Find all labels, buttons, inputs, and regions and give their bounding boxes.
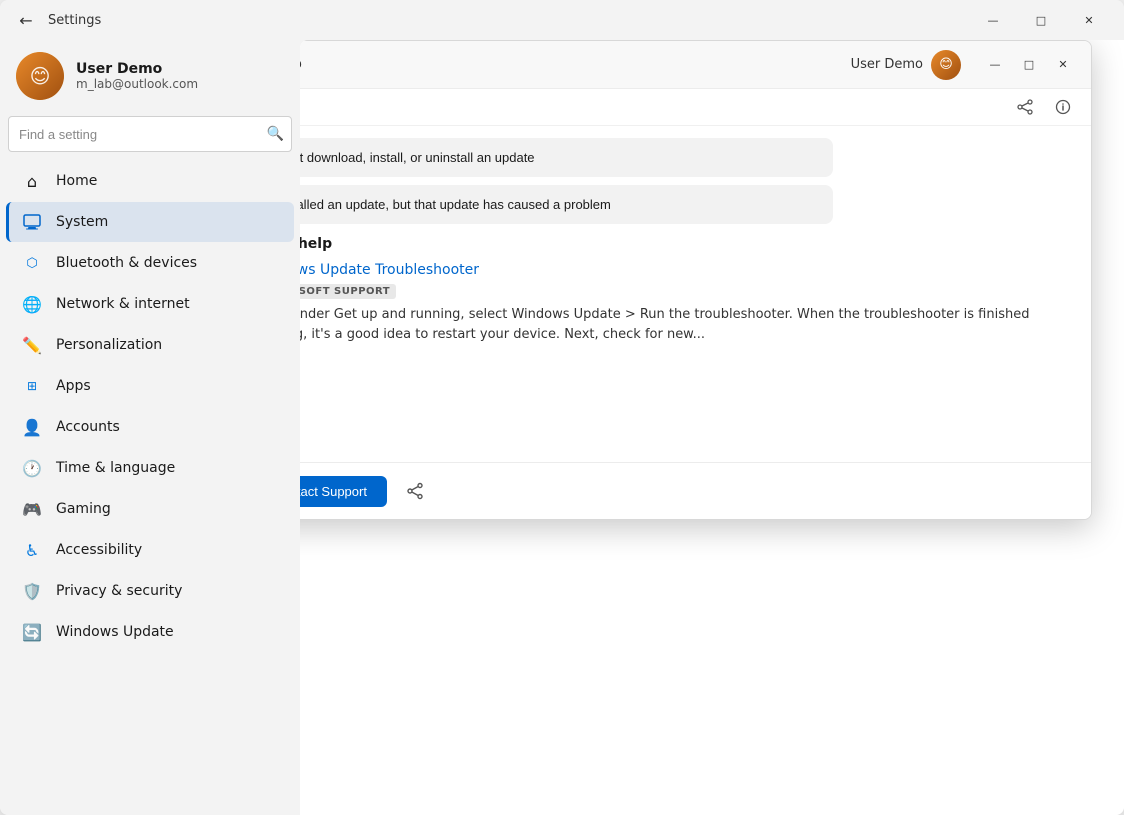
sidebar-item-label: Bluetooth & devices <box>56 255 197 271</box>
personalization-icon: ✏️ <box>22 335 42 355</box>
sidebar-item-label: System <box>56 214 108 230</box>
sidebar-item-label: Apps <box>56 378 91 394</box>
home-icon: ⌂ <box>22 171 42 191</box>
titlebar-title: Settings <box>48 13 970 28</box>
sidebar-item-label: Accessibility <box>56 542 142 558</box>
sidebar-item-time[interactable]: 🕐 Time & language <box>6 448 294 488</box>
help-description: Next, under Get up and running, select W… <box>300 305 1071 344</box>
avatar-image: 😊 <box>16 52 64 100</box>
dialog-minimize-button[interactable]: — <box>979 51 1011 79</box>
sidebar-item-system[interactable]: System <box>6 202 294 242</box>
content-area: System > Troubleshoot > Other troublesho… <box>300 40 1124 815</box>
time-icon: 🕐 <box>22 458 42 478</box>
sidebar-item-label: Gaming <box>56 501 111 517</box>
contact-support-button[interactable]: Contact Support <box>300 476 387 507</box>
settings-window: ← Settings — □ ✕ 😊 User Demo m_lab@outlo… <box>0 0 1124 815</box>
sidebar-item-gaming[interactable]: 🎮 Gaming <box>6 489 294 529</box>
dialog-username: User Demo <box>851 57 923 72</box>
user-email: m_lab@outlook.com <box>76 77 198 91</box>
sidebar-item-home[interactable]: ⌂ Home <box>6 161 294 201</box>
dialog-close-button[interactable]: ✕ <box>1047 51 1079 79</box>
dialog-title: Get Help <box>300 57 302 72</box>
user-name: User Demo <box>76 61 198 77</box>
privacy-icon: 🛡️ <box>22 581 42 601</box>
suggestion-download-button[interactable]: I can't download, install, or uninstall … <box>300 138 833 177</box>
dialog-footer: Contact Support <box>300 462 1091 519</box>
sidebar-item-apps[interactable]: ⊞ Apps <box>6 366 294 406</box>
maximize-button[interactable]: □ <box>1018 4 1064 36</box>
dialog-titlebar: Get Help User Demo 😊 — □ ✕ <box>300 41 1091 89</box>
minimize-button[interactable]: — <box>970 4 1016 36</box>
sidebar-item-label: Privacy & security <box>56 583 182 599</box>
sidebar-item-label: Accounts <box>56 419 120 435</box>
titlebar: ← Settings — □ ✕ <box>0 0 1124 40</box>
navigation: ⌂ Home System ⬡ Bluetooth & dev <box>0 160 300 653</box>
accounts-icon: 👤 <box>22 417 42 437</box>
sidebar-item-accounts[interactable]: 👤 Accounts <box>6 407 294 447</box>
close-button[interactable]: ✕ <box>1066 4 1112 36</box>
sidebar-item-label: Personalization <box>56 337 162 353</box>
info-toolbar-button[interactable] <box>1047 93 1079 121</box>
sidebar-item-privacy[interactable]: 🛡️ Privacy & security <box>6 571 294 611</box>
windows-update-troubleshooter-link[interactable]: Windows Update Troubleshooter <box>300 262 1071 278</box>
suggestion-installed-button[interactable]: I installed an update, but that update h… <box>300 185 833 224</box>
window-controls: — □ ✕ <box>970 4 1112 36</box>
user-profile: 😊 User Demo m_lab@outlook.com <box>0 40 300 116</box>
windows-update-icon: 🔄 <box>22 622 42 642</box>
search-icon: 🔍 <box>267 126 284 142</box>
main-area: 😊 User Demo m_lab@outlook.com 🔍 ⌂ Home <box>0 40 1124 815</box>
bluetooth-icon: ⬡ <box>22 253 42 273</box>
dialog-body: I can't download, install, or uninstall … <box>300 126 1091 462</box>
search-input[interactable] <box>8 116 292 152</box>
share-toolbar-button[interactable] <box>1009 93 1041 121</box>
sidebar: 😊 User Demo m_lab@outlook.com 🔍 ⌂ Home <box>0 40 300 815</box>
system-icon <box>22 212 42 232</box>
sidebar-item-personalization[interactable]: ✏️ Personalization <box>6 325 294 365</box>
accessibility-icon: ♿ <box>22 540 42 560</box>
dialog-window-controls: — □ ✕ <box>979 51 1079 79</box>
apps-icon: ⊞ <box>22 376 42 396</box>
sidebar-item-label: Home <box>56 173 97 189</box>
footer-share-button[interactable] <box>399 475 431 507</box>
back-button[interactable]: ← <box>12 6 40 34</box>
more-help-title: More help <box>300 236 1071 252</box>
dialog-toolbar <box>300 89 1091 126</box>
sidebar-item-accessibility[interactable]: ♿ Accessibility <box>6 530 294 570</box>
avatar: 😊 <box>16 52 64 100</box>
dialog-user: User Demo 😊 <box>851 50 961 80</box>
sidebar-item-label: Network & internet <box>56 296 190 312</box>
dialog-avatar: 😊 <box>931 50 961 80</box>
sidebar-item-label: Time & language <box>56 460 175 476</box>
dialog-maximize-button[interactable]: □ <box>1013 51 1045 79</box>
gaming-icon: 🎮 <box>22 499 42 519</box>
sidebar-item-label: Windows Update <box>56 624 174 640</box>
get-help-overlay: Get Help User Demo 😊 — □ ✕ <box>300 40 1124 815</box>
help-source-badge: MICROSOFT SUPPORT <box>300 284 396 299</box>
sidebar-item-network[interactable]: 🌐 Network & internet <box>6 284 294 324</box>
sidebar-item-windows-update[interactable]: 🔄 Windows Update <box>6 612 294 652</box>
user-info: User Demo m_lab@outlook.com <box>76 61 198 91</box>
search-container: 🔍 <box>8 116 292 152</box>
sidebar-item-bluetooth[interactable]: ⬡ Bluetooth & devices <box>6 243 294 283</box>
get-help-dialog: Get Help User Demo 😊 — □ ✕ <box>300 40 1092 520</box>
network-icon: 🌐 <box>22 294 42 314</box>
